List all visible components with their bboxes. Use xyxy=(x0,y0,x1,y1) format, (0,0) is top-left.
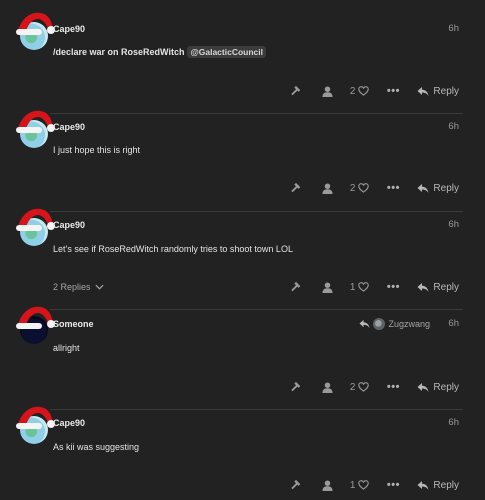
hammer-icon[interactable] xyxy=(289,281,303,293)
user-avatar[interactable] xyxy=(20,120,48,148)
reply-to-avatar xyxy=(373,318,386,330)
like-button[interactable]: 1 xyxy=(350,282,370,293)
like-button[interactable]: 1 xyxy=(350,480,370,491)
heart-icon xyxy=(358,183,369,193)
like-count: 2 xyxy=(349,381,356,393)
reply-arrow-icon xyxy=(417,86,429,97)
person-icon[interactable] xyxy=(322,282,334,293)
user-avatar[interactable] xyxy=(20,316,48,344)
ellipsis-icon[interactable]: ••• xyxy=(387,281,400,293)
post-actions: 2 ••• Reply xyxy=(289,84,459,98)
heart-icon xyxy=(358,382,369,392)
reply-label: Reply xyxy=(433,182,459,194)
reply-label: Reply xyxy=(433,381,459,393)
user-avatar[interactable] xyxy=(20,416,48,444)
post-divider xyxy=(50,211,463,212)
ellipsis-icon[interactable]: ••• xyxy=(387,479,400,491)
replies-label: 2 Replies xyxy=(53,282,91,292)
mention-link[interactable]: @GalacticCouncil xyxy=(187,46,266,58)
reply-button[interactable]: Reply xyxy=(417,183,459,194)
post-text: As kii was suggesting xyxy=(53,442,140,452)
ellipsis-icon[interactable]: ••• xyxy=(387,182,400,194)
post-text: /declare war on RoseRedWitch xyxy=(53,47,185,57)
replies-toggle[interactable]: 2 Replies xyxy=(53,282,104,292)
user-avatar[interactable] xyxy=(20,22,48,50)
reply-to-username: Zugzwang xyxy=(388,319,430,329)
post-time[interactable]: 6h xyxy=(448,318,459,329)
post-time[interactable]: 6h xyxy=(448,121,459,132)
post-actions: 2 ••• Reply xyxy=(289,380,459,394)
post-divider xyxy=(50,409,463,410)
santa-hat-icon xyxy=(12,105,56,135)
username[interactable]: Cape90 xyxy=(53,220,85,230)
like-count: 1 xyxy=(349,479,356,491)
username[interactable]: Someone xyxy=(53,319,94,329)
user-avatar[interactable] xyxy=(20,218,48,246)
hammer-icon[interactable] xyxy=(289,182,303,194)
hammer-icon[interactable] xyxy=(289,85,303,97)
like-count: 2 xyxy=(349,182,356,194)
reply-label: Reply xyxy=(433,281,459,293)
post-body: /declare war on RoseRedWitch @GalacticCou… xyxy=(53,46,266,58)
post-text: I just hope this is right xyxy=(53,145,141,155)
santa-hat-icon xyxy=(12,401,56,431)
username[interactable]: Cape90 xyxy=(53,24,85,34)
post-text: Let’s see if RoseRedWitch randomly tries… xyxy=(53,244,293,254)
reply-arrow-icon xyxy=(417,480,429,491)
post-time[interactable]: 6h xyxy=(448,23,459,34)
reply-button[interactable]: Reply xyxy=(417,382,459,393)
ellipsis-icon[interactable]: ••• xyxy=(387,381,400,393)
reply-arrow-icon xyxy=(417,282,429,293)
chevron-down-icon xyxy=(95,284,104,290)
username[interactable]: Cape90 xyxy=(53,418,85,428)
heart-icon xyxy=(358,282,369,292)
post-actions: 2 ••• Reply xyxy=(289,181,459,195)
like-count: 2 xyxy=(349,85,356,97)
post-time[interactable]: 6h xyxy=(448,219,459,230)
post-actions: 1 ••• Reply xyxy=(289,478,459,492)
reply-button[interactable]: Reply xyxy=(417,86,459,97)
hammer-icon[interactable] xyxy=(289,381,303,393)
heart-icon xyxy=(358,480,369,490)
post-time[interactable]: 6h xyxy=(448,417,459,428)
person-icon[interactable] xyxy=(322,183,334,194)
reply-button[interactable]: Reply xyxy=(417,282,459,293)
like-button[interactable]: 2 xyxy=(350,86,370,97)
heart-icon xyxy=(358,86,369,96)
like-button[interactable]: 2 xyxy=(350,382,370,393)
santa-hat-icon xyxy=(12,203,56,233)
ellipsis-icon[interactable]: ••• xyxy=(387,85,400,97)
reply-arrow-icon xyxy=(359,319,370,329)
santa-hat-icon xyxy=(12,301,56,331)
person-icon[interactable] xyxy=(322,382,334,393)
post-text: allright xyxy=(53,343,80,353)
santa-hat-icon xyxy=(12,7,56,37)
reply-label: Reply xyxy=(433,85,459,97)
reply-arrow-icon xyxy=(417,382,429,393)
reply-arrow-icon xyxy=(417,183,429,194)
person-icon[interactable] xyxy=(322,480,334,491)
hammer-icon[interactable] xyxy=(289,479,303,491)
reply-label: Reply xyxy=(433,479,459,491)
username[interactable]: Cape90 xyxy=(53,122,85,132)
post-actions: 1 ••• Reply xyxy=(289,280,459,294)
reply-to-indicator[interactable]: Zugzwang xyxy=(359,318,430,330)
reply-button[interactable]: Reply xyxy=(417,480,459,491)
post-divider xyxy=(50,309,463,310)
like-button[interactable]: 2 xyxy=(350,183,370,194)
post-divider xyxy=(50,113,463,114)
person-icon[interactable] xyxy=(322,86,334,97)
like-count: 1 xyxy=(349,281,356,293)
